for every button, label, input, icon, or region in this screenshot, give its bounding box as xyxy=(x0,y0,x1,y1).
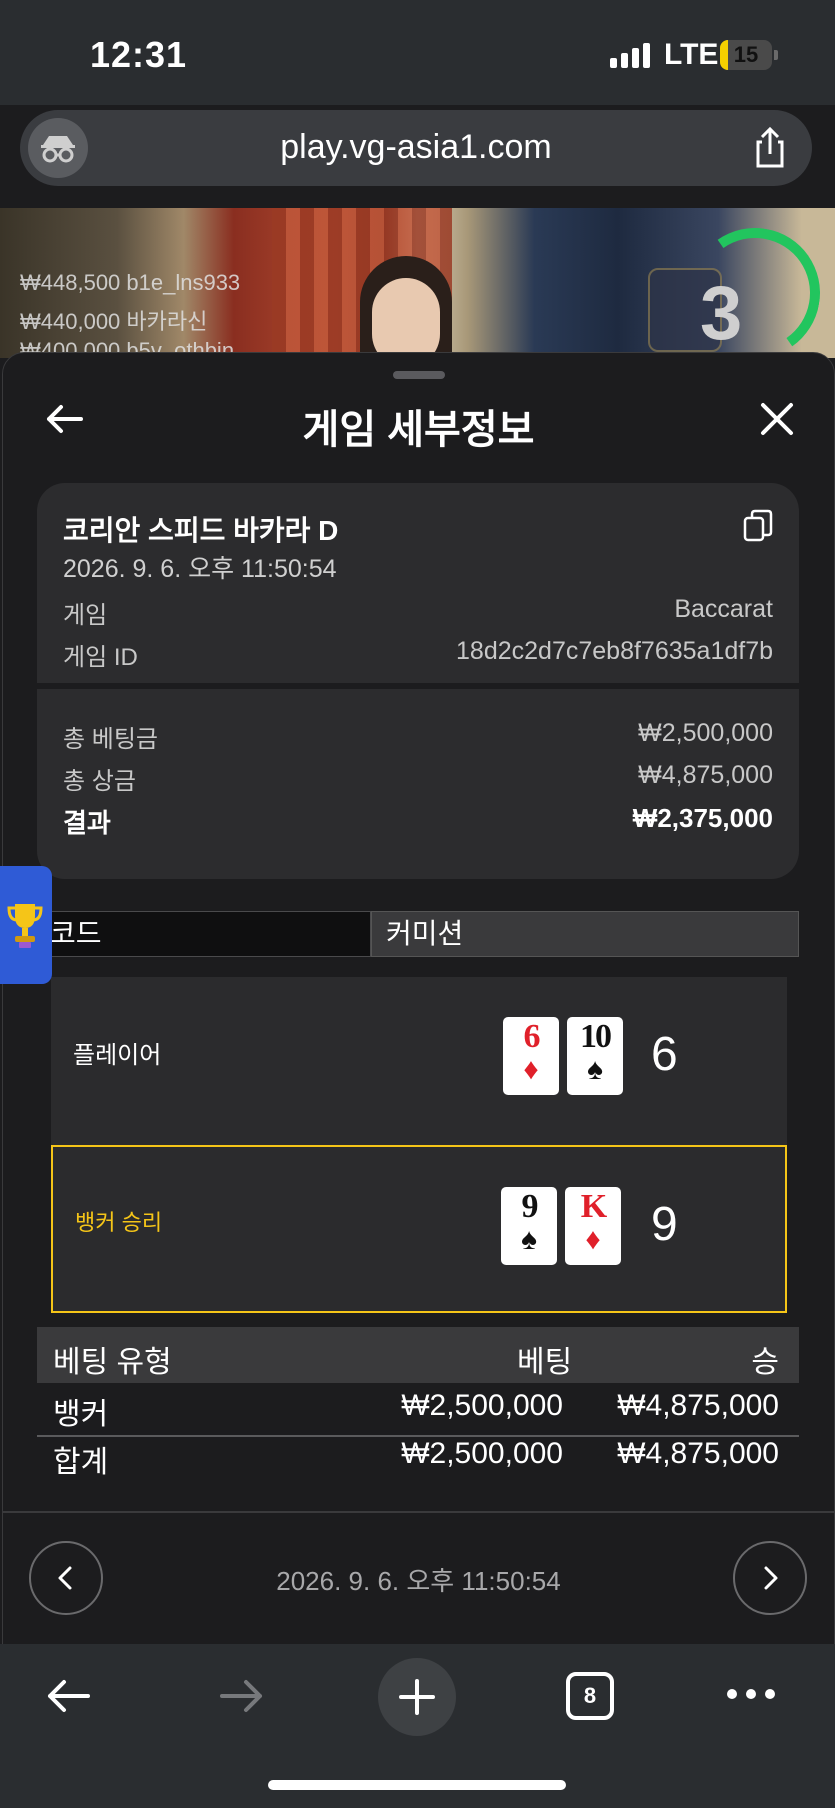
total-bet-value: ₩2,500,000 xyxy=(638,719,773,747)
live-video-stream: ₩448,500 b1e_lns933 ₩440,000 바카라신 ₩400,0… xyxy=(0,208,835,358)
result-label: 결과 xyxy=(63,808,111,838)
dealer-face xyxy=(372,278,440,358)
new-tab-button[interactable] xyxy=(378,1658,456,1736)
player-score: 6 xyxy=(651,1028,678,1081)
total-bet-label: 총 베팅금 xyxy=(63,726,158,753)
diamond-suit-icon: ♦ xyxy=(523,1053,539,1086)
table-row: 뱅커 ₩2,500,000 ₩4,875,000 xyxy=(37,1385,799,1433)
spade-suit-icon: ♠ xyxy=(521,1223,537,1256)
cell-signal-icon xyxy=(610,42,650,68)
card-rank: K xyxy=(580,1188,607,1225)
playing-card: 9 ♠ xyxy=(501,1187,557,1265)
tab-code-label: 코드 xyxy=(50,918,102,949)
col-bet-type: 베팅 유형 xyxy=(53,1346,172,1379)
total-win-label: 총 상금 xyxy=(63,768,136,795)
plus-icon xyxy=(399,1679,435,1715)
tab-code[interactable]: 코드 xyxy=(5,911,371,957)
game-datetime: 2026. 9. 6. 오후 11:50:54 xyxy=(63,555,337,583)
playing-card: 10 ♠ xyxy=(567,1017,623,1095)
banker-hand-row: 뱅커 승리 9 ♠ K ♦ 9 xyxy=(51,1145,787,1313)
banker-win-label: 뱅커 승리 xyxy=(75,1210,163,1235)
share-icon[interactable] xyxy=(746,124,794,172)
player-hand-row: 플레이어 6 ♦ 10 ♠ 6 xyxy=(51,977,787,1145)
sheet-title: 게임 세부정보 xyxy=(302,408,535,452)
sheet-grabber[interactable] xyxy=(393,371,445,379)
next-game-button[interactable] xyxy=(733,1541,807,1615)
forward-icon[interactable] xyxy=(214,1668,270,1729)
player-hand-label: 플레이어 xyxy=(73,1042,162,1069)
battery-icon: 15 xyxy=(720,40,772,70)
battery-percent: 15 xyxy=(733,42,759,67)
result-value: ₩2,375,000 xyxy=(632,803,773,833)
tab-commission[interactable]: 커미션 xyxy=(371,911,799,957)
status-bar: 12:31 LTE 15 xyxy=(0,0,835,105)
trophy-icon[interactable] xyxy=(0,866,52,984)
status-time: 12:31 xyxy=(90,34,188,75)
tabs-button[interactable]: 8 xyxy=(566,1672,614,1720)
col-win: 승 xyxy=(751,1346,779,1379)
winner-ticker-line: ₩448,500 b1e_lns933 xyxy=(20,270,241,295)
win-amount: ₩4,875,000 xyxy=(617,1437,779,1470)
battery-tip xyxy=(774,50,778,60)
table-row-total: 합계 ₩2,500,000 ₩4,875,000 xyxy=(37,1433,799,1481)
game-name: 코리안 스피드 바카라 D xyxy=(63,515,339,546)
game-summary-card: 코리안 스피드 바카라 D 2026. 9. 6. 오후 11:50:54 게임… xyxy=(37,483,799,879)
bet-table-header: 베팅 유형 베팅 승 xyxy=(37,1327,799,1383)
card-divider xyxy=(37,683,799,689)
diamond-suit-icon: ♦ xyxy=(585,1223,601,1256)
card-rank: 6 xyxy=(523,1018,541,1055)
address-bar[interactable]: play.vg-asia1.com xyxy=(20,110,812,186)
banker-score: 9 xyxy=(651,1198,678,1251)
close-icon[interactable] xyxy=(753,395,801,443)
player-cards: 6 ♦ 10 ♠ xyxy=(503,1017,623,1095)
card-rank: 10 xyxy=(580,1018,612,1055)
info-label-game-id: 게임 ID xyxy=(63,644,138,671)
winner-ticker-line: ₩440,000 바카라신 xyxy=(20,309,208,334)
url-text[interactable]: play.vg-asia1.com xyxy=(20,128,812,167)
spade-suit-icon: ♠ xyxy=(587,1053,603,1086)
tab-bar: 코드 커미션 xyxy=(5,911,799,959)
info-label-game: 게임 xyxy=(63,602,108,629)
copy-icon[interactable] xyxy=(743,509,773,543)
card-rank: 9 xyxy=(521,1188,539,1225)
win-amount: ₩4,875,000 xyxy=(617,1389,779,1422)
chevron-right-icon xyxy=(764,1566,778,1590)
home-indicator[interactable] xyxy=(268,1780,566,1790)
tab-commission-label: 커미션 xyxy=(386,918,464,949)
info-value-game: Baccarat xyxy=(674,595,773,623)
playing-card: 6 ♦ xyxy=(503,1017,559,1095)
bet-type: 뱅커 xyxy=(53,1398,109,1431)
banker-cards: 9 ♠ K ♦ xyxy=(501,1187,621,1265)
game-details-sheet: 게임 세부정보 코리안 스피드 바카라 D 2026. 9. 6. 오후 11:… xyxy=(2,352,835,1646)
network-type: LTE xyxy=(664,38,719,71)
bet-amount: ₩2,500,000 xyxy=(401,1389,563,1422)
countdown-number: 3 xyxy=(700,271,743,356)
info-value-game-id: 18d2c2d7c7eb8f7635a1df7b xyxy=(456,637,773,665)
bet-amount: ₩2,500,000 xyxy=(401,1437,563,1470)
total-win-value: ₩4,875,000 xyxy=(638,761,773,789)
footer-datetime: 2026. 9. 6. 오후 11:50:54 xyxy=(276,1566,561,1596)
more-icon[interactable] xyxy=(724,1674,778,1719)
playing-card: K ♦ xyxy=(565,1187,621,1265)
footer-divider xyxy=(3,1511,834,1513)
col-bet: 베팅 xyxy=(517,1346,573,1379)
bet-type: 합계 xyxy=(53,1446,109,1479)
back-icon[interactable] xyxy=(40,1668,96,1729)
